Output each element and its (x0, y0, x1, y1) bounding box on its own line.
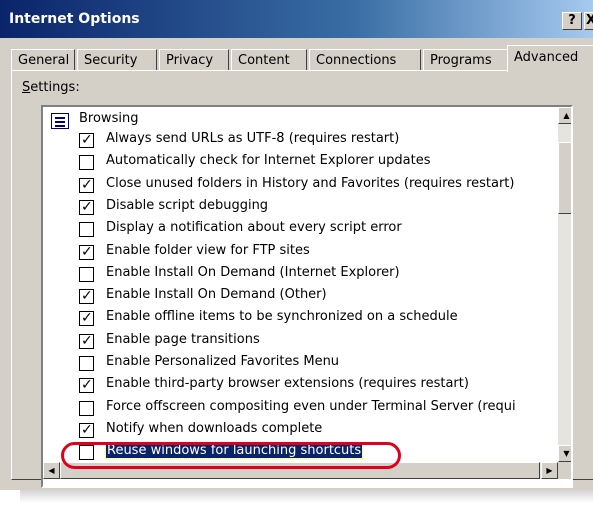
settings-group-label: Browsing (79, 111, 139, 126)
checkbox-checked[interactable]: ✓ (79, 243, 94, 260)
setting-label: Enable folder view for FTP sites (106, 242, 310, 258)
tab-advanced[interactable]: Advanced (507, 45, 593, 72)
vertical-scroll-thumb[interactable] (558, 142, 571, 214)
setting-label: Enable Install On Demand (Internet Explo… (106, 264, 400, 280)
checkbox-checked[interactable]: ✓ (79, 198, 94, 215)
checkmark-icon: ✓ (81, 176, 93, 193)
tab-general[interactable]: General (11, 49, 75, 71)
settings-list: Browsing ✓ Always send URLs as UTF-8 (req… (43, 107, 558, 462)
scroll-left-button[interactable]: ◀ (43, 462, 60, 479)
setting-label: Enable offline items to be synchronized … (106, 309, 458, 325)
checkbox-checked[interactable]: ✓ (79, 176, 94, 193)
scroll-down-button[interactable]: ▼ (558, 445, 571, 462)
checkbox-checked[interactable]: ✓ (79, 421, 94, 438)
tab-connections[interactable]: Connections (309, 49, 421, 71)
tab-security[interactable]: Security (77, 49, 157, 71)
checkmark-icon: ✓ (81, 198, 93, 215)
tab-privacy[interactable]: Privacy (159, 49, 229, 71)
window-title: Internet Options (9, 11, 140, 27)
setting-label: Enable third-party browser extensions (r… (106, 376, 469, 392)
checkbox-unchecked[interactable] (79, 356, 94, 371)
help-button[interactable]: ? (562, 12, 582, 30)
setting-label: Automatically check for Internet Explore… (106, 153, 431, 169)
tab-content[interactable]: Content (231, 49, 307, 71)
checkmark-icon: ✓ (81, 288, 93, 305)
checkbox-checked[interactable]: ✓ (79, 288, 94, 305)
setting-label: Disable script debugging (106, 197, 269, 213)
scroll-right-button[interactable]: ▶ (541, 462, 558, 479)
checkbox-unchecked[interactable] (79, 155, 94, 171)
setting-label: Reuse windows for launching shortcuts (104, 442, 364, 460)
checkmark-icon: ✓ (81, 132, 93, 148)
checkbox-unchecked[interactable] (79, 266, 94, 282)
checkmark-icon: ✓ (81, 332, 93, 349)
checkmark-icon: ✓ (81, 377, 93, 394)
setting-label: Always send URLs as UTF-8 (requires rest… (106, 131, 400, 146)
internet-options-dialog: Internet Options ? X General Security Pr… (0, 0, 593, 490)
checkbox-unchecked[interactable] (79, 400, 94, 416)
settings-group-icon (51, 113, 69, 129)
setting-label: Enable Personalized Favorites Menu (106, 354, 340, 369)
checkmark-icon: ✓ (81, 310, 93, 327)
checkmark-icon: ✓ (81, 243, 93, 260)
horizontal-scroll-thumb[interactable] (60, 462, 540, 479)
settings-label: Settings: (22, 80, 80, 95)
settings-tree[interactable]: Browsing ✓ Always send URLs as UTF-8 (req… (41, 105, 573, 488)
title-bar[interactable]: Internet Options ? X (0, 0, 593, 38)
setting-label: Enable Install On Demand (Other) (106, 287, 327, 303)
checkbox-checked[interactable]: ✓ (79, 132, 94, 148)
checkbox-checked[interactable]: ✓ (79, 332, 94, 349)
tab-programs[interactable]: Programs (423, 49, 509, 71)
checkbox-checked[interactable]: ✓ (79, 377, 94, 394)
scrollbar-corner (558, 462, 571, 479)
setting-label: Notify when downloads complete (106, 420, 323, 436)
checkbox-unchecked[interactable] (79, 222, 94, 238)
setting-label: Display a notification about every scrip… (106, 220, 402, 236)
close-button[interactable]: X (584, 12, 593, 30)
checkbox-checked[interactable]: ✓ (79, 310, 94, 327)
settings-label-text: ettings: (30, 80, 80, 95)
setting-label: Force offscreen compositing even under T… (106, 398, 516, 414)
scroll-up-button[interactable]: ▲ (558, 107, 571, 124)
checkbox-unchecked[interactable] (79, 445, 94, 461)
checkmark-icon: ✓ (81, 421, 93, 438)
vertical-scrollbar[interactable]: ▲ ▼ (558, 107, 571, 462)
setting-label: Close unused folders in History and Favo… (106, 175, 515, 191)
internet-options-screenshot: Internet Options ? X General Security Pr… (0, 0, 593, 511)
horizontal-scrollbar[interactable]: ◀ ▶ (43, 462, 558, 479)
setting-label: Enable page transitions (106, 331, 260, 347)
